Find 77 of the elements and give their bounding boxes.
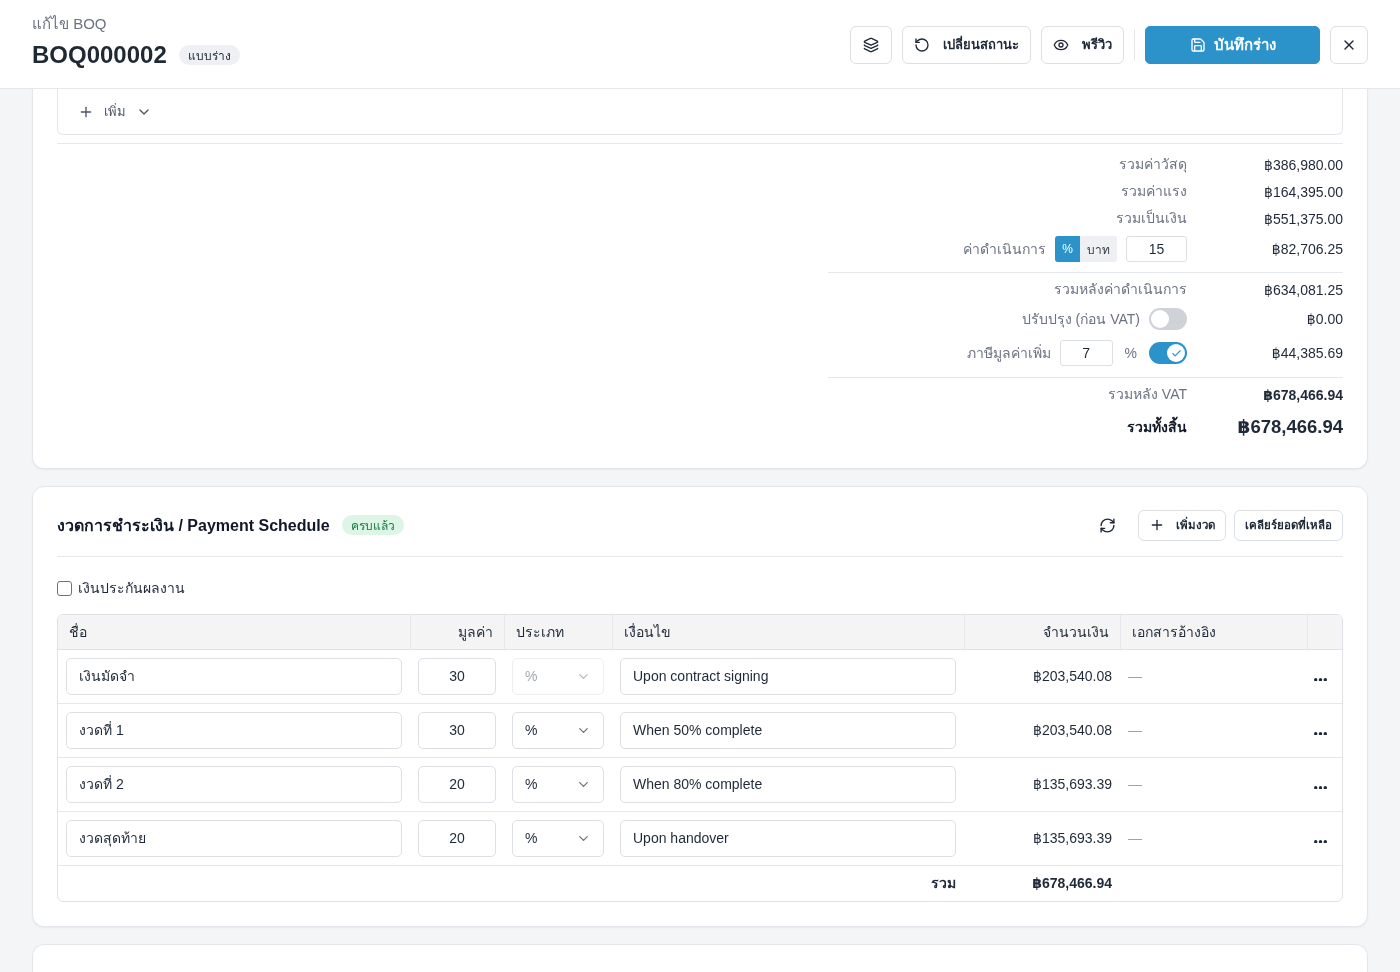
page-title: BOQ000002: [32, 40, 167, 70]
amount-cell: ฿203,540.08: [964, 703, 1120, 757]
value-input[interactable]: 30: [418, 657, 496, 695]
more-icon: [1314, 731, 1327, 735]
name-input[interactable]: เงินมัดจำ: [66, 657, 402, 695]
summary-label: รวมค่าแรง: [1121, 182, 1187, 201]
column-header: ประเภท: [504, 615, 612, 649]
status-badge: แบบร่าง: [178, 45, 240, 65]
summary-value: ฿0.00: [1306, 311, 1343, 327]
rotate-icon: [914, 36, 930, 53]
unit-label: %: [1124, 345, 1137, 361]
checkbox-label: เงินประกันผลงาน: [78, 579, 185, 598]
total-label: รวม: [58, 865, 964, 901]
close-button[interactable]: [1330, 25, 1368, 64]
name-input[interactable]: งวดที่ 2: [66, 765, 402, 803]
summary-value: ฿551,375.00: [1264, 210, 1343, 227]
column-header: จำนวนเงิน: [964, 615, 1120, 649]
condition-input[interactable]: When 50% complete: [620, 711, 956, 749]
reference-cell: —: [1120, 703, 1307, 757]
amount-cell: ฿203,540.08: [964, 649, 1120, 703]
more-icon: [1314, 785, 1327, 789]
type-select[interactable]: %: [512, 765, 604, 803]
reference-cell: —: [1120, 649, 1307, 703]
value-input[interactable]: 20: [418, 765, 496, 803]
summary-label: รวมค่าวัสดุ: [1119, 155, 1187, 174]
summary-value: ฿164,395.00: [1264, 183, 1343, 200]
clear-remaining-button[interactable]: เคลียร์ยอดที่เหลือ: [1234, 509, 1343, 541]
rate-input[interactable]: 7: [1059, 340, 1113, 366]
refresh-icon: [1098, 516, 1116, 534]
add-button[interactable]: เพิ่ม: [72, 96, 158, 127]
value-input[interactable]: 30: [418, 711, 496, 749]
more-icon: [1314, 839, 1327, 843]
toggle-switch[interactable]: [1149, 308, 1187, 330]
section-title: งวดการชำระเงิน / Payment Schedule: [57, 515, 330, 536]
status-badge: ครบแล้ว: [341, 515, 404, 535]
summary-value: ฿634,081.25: [1264, 281, 1343, 298]
reference-cell: —: [1120, 811, 1307, 865]
value-input[interactable]: 20: [418, 819, 496, 857]
column-header: ชื่อ: [58, 615, 410, 649]
column-header: เอกสารอ้างอิง: [1120, 615, 1307, 649]
type-select[interactable]: %: [512, 819, 604, 857]
summary-value: ฿678,466.94: [1237, 416, 1343, 438]
total-amount: ฿678,466.94: [964, 865, 1120, 901]
layers-icon: [863, 36, 879, 53]
type-select[interactable]: %: [512, 711, 604, 749]
preview-button[interactable]: พรีวิว: [1041, 25, 1124, 64]
layers-button[interactable]: [850, 25, 892, 64]
column-header: มูลค่า: [410, 615, 504, 649]
summary-label: ภาษีมูลค่าเพิ่ม: [966, 343, 1051, 363]
column-header: เงื่อนไข: [612, 615, 964, 649]
checkbox[interactable]: [57, 580, 72, 596]
summary-label: รวมเป็นเงิน: [1116, 209, 1187, 228]
breadcrumb: แก้ไข BOQ: [32, 14, 108, 34]
summary-label: ค่าดำเนินการ: [963, 239, 1046, 259]
plus-icon: [1149, 517, 1165, 533]
summary-value: ฿386,980.00: [1264, 156, 1343, 173]
name-input[interactable]: งวดสุดท้าย: [66, 819, 402, 857]
add-installment-button[interactable]: เพิ่มงวด: [1138, 509, 1226, 541]
toggle-switch[interactable]: [1149, 342, 1187, 364]
more-icon: [1314, 677, 1327, 681]
summary-value: ฿82,706.25: [1271, 241, 1343, 257]
summary-label: รวมหลังค่าดำเนินการ: [1054, 280, 1187, 299]
summary-label: รวมทั้งสิ้น: [1127, 417, 1187, 437]
name-input[interactable]: งวดที่ 1: [66, 711, 402, 749]
amount-cell: ฿135,693.39: [964, 757, 1120, 811]
condition-input[interactable]: When 80% complete: [620, 765, 956, 803]
summary-value: ฿678,466.94: [1263, 386, 1343, 403]
fee-input[interactable]: 15: [1126, 236, 1187, 262]
summary-value: ฿44,385.69: [1271, 345, 1343, 361]
amount-cell: ฿135,693.39: [964, 811, 1120, 865]
condition-input[interactable]: Upon handover: [620, 819, 956, 857]
summary-label: รวมหลัง VAT: [1107, 385, 1187, 404]
summary-label: ปรับปรุง (ก่อน VAT): [1021, 309, 1140, 329]
save-icon: [1189, 36, 1206, 53]
condition-input[interactable]: Upon contract signing: [620, 657, 956, 695]
reference-cell: —: [1120, 757, 1307, 811]
change-status-button[interactable]: เปลี่ยนสถานะ: [902, 25, 1031, 64]
